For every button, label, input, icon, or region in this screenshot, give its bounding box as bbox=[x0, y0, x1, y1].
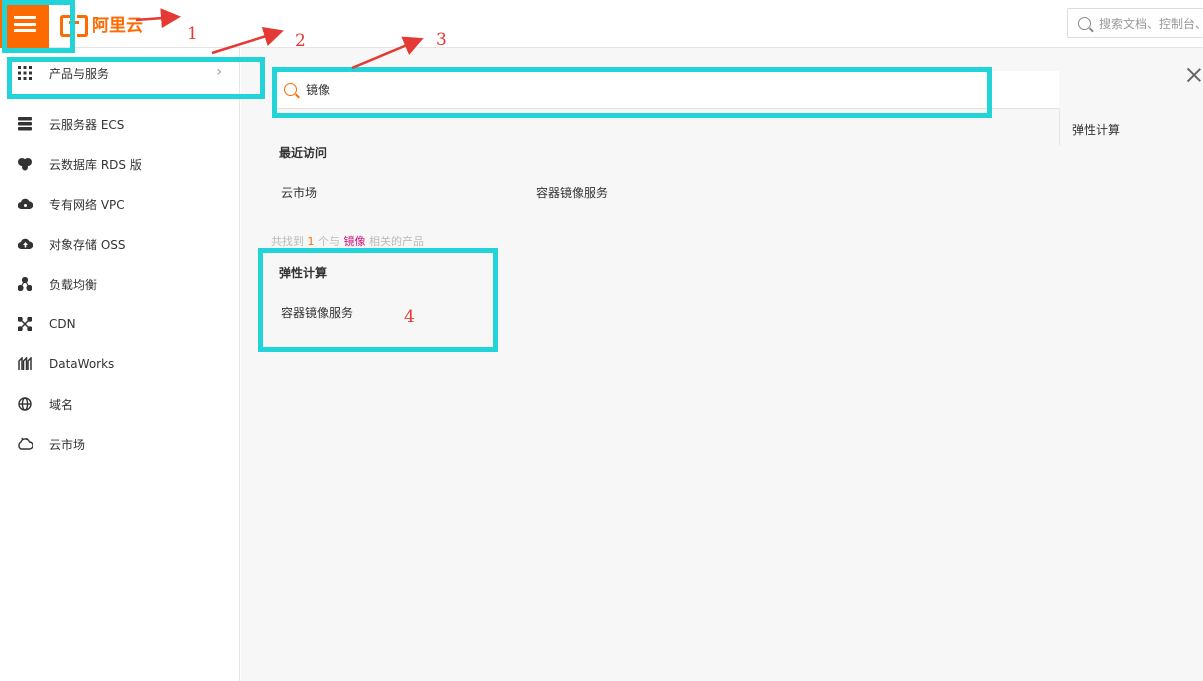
cloud-upload-icon bbox=[17, 236, 33, 252]
sidebar-item-oss[interactable]: 对象存储 OSS bbox=[0, 226, 240, 262]
category-nav: 弹性计算 bbox=[1059, 109, 1203, 145]
sidebar-item-label: 域名 bbox=[49, 397, 74, 412]
globe-icon bbox=[17, 396, 33, 412]
sidebar-item-rds[interactable]: 云数据库 RDS 版 bbox=[0, 146, 240, 182]
dataworks-icon bbox=[17, 356, 33, 372]
recent-item-link[interactable]: 云市场 bbox=[281, 184, 317, 201]
result-keyword: 镜像 bbox=[343, 235, 366, 248]
annotation-label-4: 4 bbox=[404, 307, 415, 327]
annotation-box-2 bbox=[7, 57, 265, 99]
recent-item-link[interactable]: 容器镜像服务 bbox=[536, 184, 608, 201]
sidebar: 产品与服务 › 云服务器 ECS 云数据库 RDS 版 专有网络 VPC 对象存… bbox=[0, 48, 240, 681]
search-icon bbox=[1078, 16, 1091, 30]
sidebar-item-label: DataWorks bbox=[49, 357, 115, 371]
sidebar-item-slb[interactable]: 负载均衡 bbox=[0, 266, 240, 302]
sidebar-item-label: 负载均衡 bbox=[49, 277, 98, 292]
sidebar-item-label: 云市场 bbox=[49, 437, 86, 452]
sidebar-item-label: CDN bbox=[49, 317, 76, 331]
sidebar-item-vpc[interactable]: 专有网络 VPC bbox=[0, 186, 240, 222]
market-icon bbox=[17, 436, 33, 452]
sidebar-item-label: 专有网络 VPC bbox=[49, 197, 125, 212]
result-count: 1 bbox=[307, 235, 315, 248]
cloud-network-icon bbox=[17, 196, 33, 212]
annotation-label-1: 1 bbox=[187, 24, 198, 44]
server-icon bbox=[17, 116, 33, 132]
sidebar-item-label: 云数据库 RDS 版 bbox=[49, 157, 142, 172]
sidebar-item-market[interactable]: 云市场 bbox=[0, 426, 240, 462]
result-count-text: 共找到 1 个与 镜像 相关的产品 bbox=[271, 235, 424, 248]
annotation-label-3: 3 bbox=[436, 30, 447, 50]
cdn-icon bbox=[17, 316, 33, 332]
annotation-box-4 bbox=[258, 248, 498, 352]
annotation-box-3 bbox=[272, 67, 992, 118]
top-bar: 阿里云 搜索文档、控制台、 bbox=[0, 0, 1203, 48]
global-search-placeholder: 搜索文档、控制台、 bbox=[1099, 16, 1203, 31]
annotation-box-1 bbox=[2, 0, 75, 53]
global-search-input[interactable]: 搜索文档、控制台、 bbox=[1067, 8, 1203, 38]
category-nav-item[interactable]: 弹性计算 bbox=[1072, 121, 1120, 138]
logo-text: 阿里云 bbox=[92, 15, 143, 36]
sidebar-item-domain[interactable]: 域名 bbox=[0, 386, 240, 422]
sidebar-item-label: 云服务器 ECS bbox=[49, 117, 125, 132]
sidebar-item-dataworks[interactable]: DataWorks bbox=[0, 346, 240, 382]
sidebar-item-ecs[interactable]: 云服务器 ECS bbox=[0, 106, 240, 142]
sidebar-item-cdn[interactable]: CDN bbox=[0, 306, 240, 342]
nodes-icon bbox=[17, 276, 33, 292]
sidebar-item-label: 对象存储 OSS bbox=[49, 237, 126, 252]
database-icon bbox=[17, 156, 33, 172]
recent-title: 最近访问 bbox=[279, 146, 328, 160]
close-icon[interactable] bbox=[1186, 67, 1202, 83]
annotation-label-2: 2 bbox=[295, 31, 306, 51]
